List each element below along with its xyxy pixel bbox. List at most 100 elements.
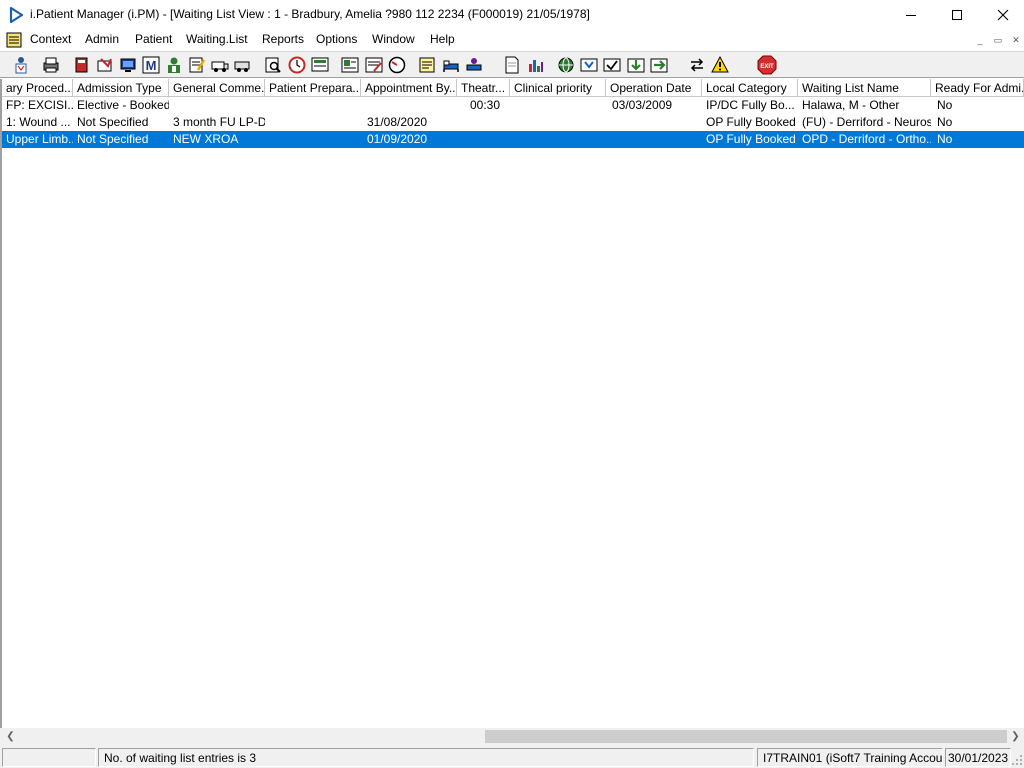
bed-button[interactable] xyxy=(440,54,462,76)
warning-icon xyxy=(711,56,729,73)
mdi-minimize-button[interactable]: _ xyxy=(972,33,988,48)
status-bar: No. of waiting list entries is 3 I7TRAIN… xyxy=(0,745,1024,768)
cell-appointment-by: 01/09/2020 xyxy=(367,132,428,146)
close-button[interactable] xyxy=(980,0,1024,30)
mdi-restore-button[interactable]: ▭ xyxy=(990,33,1006,48)
column-header-patient-preparation[interactable]: Patient Prepara... xyxy=(265,79,361,97)
column-header-appointment-by[interactable]: Appointment By... xyxy=(361,79,457,97)
ambulance-icon xyxy=(211,61,229,72)
cell-local-category: IP/DC Fully Bo... xyxy=(706,98,795,112)
menu-patient[interactable]: Patient xyxy=(135,32,172,46)
table-row[interactable]: FP: EXCISI... Elective - Booked 00:30 03… xyxy=(2,97,1024,114)
column-header-operation-date[interactable]: Operation Date xyxy=(606,79,702,97)
transport-button[interactable] xyxy=(232,54,254,76)
clock-icon xyxy=(288,56,306,74)
outbox-button[interactable] xyxy=(601,54,623,76)
m-letter-icon: M xyxy=(142,56,160,74)
minimize-button[interactable] xyxy=(888,0,934,30)
patient-search-button[interactable] xyxy=(10,54,32,76)
menu-options[interactable]: Options xyxy=(316,32,357,46)
exit-label: EXIT xyxy=(760,64,774,70)
find-button[interactable] xyxy=(262,54,284,76)
cell-general-comment: 3 month FU LP-D xyxy=(173,115,265,129)
clock-button[interactable] xyxy=(286,54,308,76)
table-row-selected[interactable]: Upper Limb... Not Specified NEW XROA 01/… xyxy=(2,131,1024,148)
messages-button[interactable]: M xyxy=(140,54,162,76)
menu-waiting-list[interactable]: Waiting.List xyxy=(186,32,248,46)
referral-button[interactable] xyxy=(94,54,116,76)
document-button[interactable] xyxy=(501,54,523,76)
status-entry-count: No. of waiting list entries is 3 xyxy=(98,748,754,767)
document-menu-icon[interactable] xyxy=(6,32,22,48)
menu-help[interactable]: Help xyxy=(430,32,455,46)
cell-theatre: 00:30 xyxy=(470,98,501,112)
admit-button[interactable] xyxy=(463,54,485,76)
cell-local-category: OP Fully Booked xyxy=(706,115,796,129)
globe-icon xyxy=(558,57,574,73)
cell-waiting-list-name: OPD - Derriford - Ortho... xyxy=(802,132,931,146)
inbox-button[interactable] xyxy=(578,54,600,76)
toolbar: M EXIT xyxy=(0,51,1024,78)
resize-grip-icon[interactable] xyxy=(1011,754,1023,766)
cell-appointment-by: 31/08/2020 xyxy=(367,115,428,129)
notes-button[interactable] xyxy=(186,54,208,76)
column-header-local-category[interactable]: Local Category xyxy=(702,79,798,97)
column-header-ready-for-admission[interactable]: Ready For Admi... xyxy=(931,79,1024,97)
ambulance-button[interactable] xyxy=(209,54,231,76)
menu-window[interactable]: Window xyxy=(372,32,415,46)
cell-general-comment xyxy=(169,97,265,114)
menu-admin[interactable]: Admin xyxy=(85,32,119,46)
scroll-left-arrow-icon[interactable]: ❮ xyxy=(2,728,19,745)
column-header-waiting-list-name[interactable]: Waiting List Name xyxy=(798,79,931,97)
transfer-out-button[interactable] xyxy=(648,54,670,76)
waiting-list-grid[interactable]: ary Proced... Admission Type General Com… xyxy=(0,79,1024,728)
schedule-button[interactable] xyxy=(309,54,331,76)
scroll-right-arrow-icon[interactable]: ❯ xyxy=(1007,728,1024,745)
column-header-primary-procedure[interactable]: ary Proced... xyxy=(2,79,73,97)
exit-button[interactable]: EXIT xyxy=(756,54,778,76)
network-button[interactable] xyxy=(555,54,577,76)
swap-button[interactable] xyxy=(686,54,708,76)
chart-button[interactable] xyxy=(525,54,547,76)
close-icon xyxy=(997,9,1009,21)
clinician-button[interactable] xyxy=(163,54,185,76)
book-button[interactable] xyxy=(71,54,93,76)
transfer-in-button[interactable] xyxy=(625,54,647,76)
worklist-button[interactable] xyxy=(416,54,438,76)
cell-admission-type: Elective - Booked xyxy=(77,98,169,112)
patient-bed-icon xyxy=(466,58,482,71)
monitor-button[interactable] xyxy=(117,54,139,76)
notepad-pencil-icon xyxy=(189,57,206,73)
menu-bar: Context Admin Patient Waiting.List Repor… xyxy=(0,30,1024,50)
cell-admission-type: Not Specified xyxy=(77,115,149,129)
cell-waiting-list-name: (FU) - Derriford - Neuros... xyxy=(802,115,931,129)
gauge-icon xyxy=(388,56,406,74)
column-header-theatre[interactable]: Theatr... xyxy=(457,79,510,97)
mdi-close-button[interactable]: ✕ xyxy=(1008,33,1024,48)
doctor-person-icon xyxy=(15,57,27,74)
swap-arrows-icon xyxy=(690,58,704,72)
cell-ready-for-admission: No xyxy=(937,132,953,146)
column-header-admission-type[interactable]: Admission Type xyxy=(73,79,169,97)
history-button[interactable] xyxy=(386,54,408,76)
cell-clinical-priority xyxy=(510,131,606,148)
cell-clinical-priority xyxy=(510,114,606,131)
scroll-thumb[interactable] xyxy=(485,730,1007,743)
menu-context[interactable]: Context xyxy=(30,32,71,46)
printer-icon xyxy=(43,57,59,73)
alerts-button[interactable] xyxy=(709,54,731,76)
red-book-icon xyxy=(75,57,88,73)
print-button[interactable] xyxy=(40,54,62,76)
menu-reports[interactable]: Reports xyxy=(262,32,304,46)
horizontal-scrollbar[interactable]: ❮ ❯ xyxy=(0,728,1024,745)
record-view-button[interactable] xyxy=(339,54,361,76)
cell-admission-type: Not Specified xyxy=(77,132,149,146)
column-header-clinical-priority[interactable]: Clinical priority xyxy=(510,79,606,97)
table-row[interactable]: 1: Wound ... Not Specified 3 month FU LP… xyxy=(2,114,1024,131)
app-logo-icon xyxy=(9,7,24,23)
column-header-general-comment[interactable]: General Comme... xyxy=(169,79,265,97)
maximize-icon xyxy=(952,10,962,20)
green-arrow-right-icon xyxy=(650,58,668,73)
edit-record-button[interactable] xyxy=(363,54,385,76)
maximize-button[interactable] xyxy=(934,0,980,30)
